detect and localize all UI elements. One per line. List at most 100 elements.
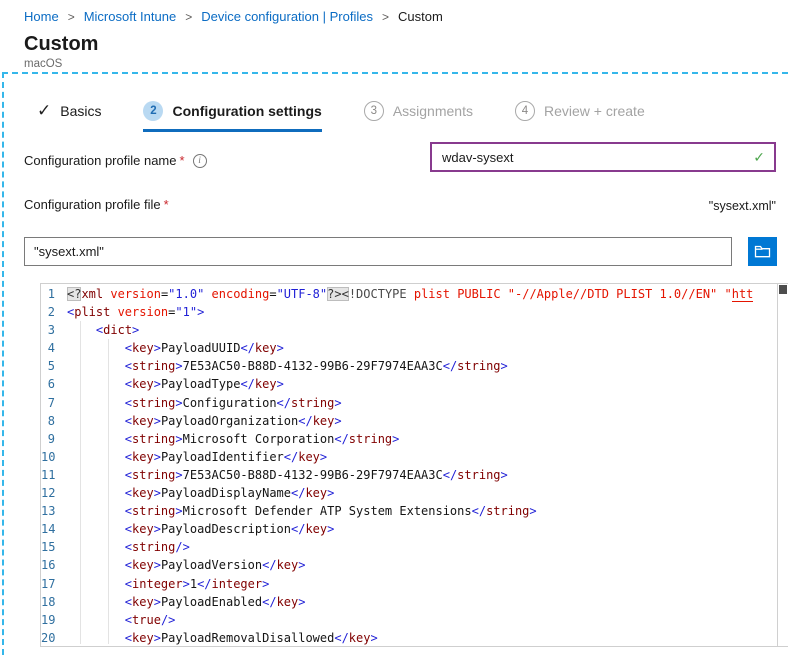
config-profile-file-label: Configuration profile file * — [24, 197, 169, 212]
code-line: 4 <key>PayloadUUID</key> — [41, 339, 777, 357]
config-profile-name-input-wrap: ✓ — [430, 142, 776, 172]
code-line: 14 <key>PayloadDescription</key> — [41, 520, 777, 538]
code-line: 19 <true/> — [41, 611, 777, 629]
code-line-content: <key>PayloadType</key> — [124, 377, 284, 392]
code-line-content: <integer>1</integer> — [124, 576, 270, 591]
code-line-content: <key>PayloadRemovalDisallowed</key> — [124, 630, 378, 645]
code-line: 5 <string>7E53AC50-B88D-4132-99B6-29F797… — [41, 357, 777, 375]
code-line: 1 <?xml version="1.0" encoding="UTF-8"?><… — [41, 285, 777, 303]
wizard-steps: ✓ Basics 2 Configuration settings 3 Assignmen… — [37, 101, 645, 132]
line-number: 15 — [41, 540, 56, 555]
code-line: 12 <key>PayloadDisplayName</key> — [41, 484, 777, 502]
selected-file-name: "sysext.xml" — [708, 199, 776, 213]
code-line: 18 <key>PayloadEnabled</key> — [41, 593, 777, 611]
code-line: 8 <key>PayloadOrganization</key> — [41, 412, 777, 430]
step-number-badge: 4 — [514, 101, 535, 121]
code-line: 16 <key>PayloadVersion</key> — [41, 556, 777, 574]
code-line: 10 <key>PayloadIdentifier</key> — [41, 448, 777, 466]
line-number: 2 — [47, 305, 55, 320]
code-line: 6 <key>PayloadType</key> — [41, 375, 777, 393]
breadcrumb-separator-icon: > — [381, 10, 389, 24]
config-profile-file-input[interactable] — [24, 237, 732, 266]
code-line-content: <string>Microsoft Defender ATP System Ex… — [124, 504, 537, 519]
code-line: 20 <key>PayloadRemovalDisallowed</key> — [41, 629, 777, 645]
code-line-content: <key>PayloadUUID</key> — [124, 341, 284, 356]
step-label: Assignments — [392, 103, 473, 119]
code-line: 9 <string>Microsoft Corporation</string> — [41, 430, 777, 448]
code-line: 17 <integer>1</integer> — [41, 575, 777, 593]
code-line: 13 <string>Microsoft Defender ATP System… — [41, 502, 777, 520]
step-number-badge: 3 — [363, 101, 384, 121]
xml-code-editor[interactable]: 1 <?xml version="1.0" encoding="UTF-8"?><… — [40, 283, 788, 647]
line-number: 16 — [41, 558, 56, 573]
code-line-content: <key>PayloadEnabled</key> — [124, 594, 306, 609]
line-number: 5 — [47, 359, 55, 374]
code-line-content: <key>PayloadOrganization</key> — [124, 413, 342, 428]
step-label: Basics — [60, 103, 102, 119]
editor-overview-ruler — [777, 284, 778, 646]
wizard-step-configuration-settings[interactable]: 2 Configuration settings — [143, 101, 322, 132]
code-line-content: <string>Microsoft Corporation</string> — [124, 431, 400, 446]
code-line-content: <string>7E53AC50-B88D-4132-99B6-29F7974E… — [124, 359, 508, 374]
wizard-step-review-create[interactable]: 4 Review + create — [514, 101, 645, 131]
line-number: 11 — [41, 467, 56, 482]
code-line-content: <key>PayloadDisplayName</key> — [124, 486, 335, 501]
required-asterisk: * — [163, 197, 169, 212]
code-line-content: <plist version="1"> — [67, 305, 205, 320]
line-number: 9 — [47, 431, 55, 446]
required-asterisk: * — [179, 153, 185, 168]
code-line-content: <dict> — [95, 323, 140, 338]
valid-check-icon: ✓ — [753, 148, 765, 165]
config-profile-name-label: Configuration profile name * i — [24, 153, 207, 168]
line-number: 20 — [41, 630, 56, 645]
code-line: 3 <dict> — [41, 321, 777, 339]
breadcrumb-item-home[interactable]: Home — [24, 9, 59, 24]
code-line-content: <string>7E53AC50-B88D-4132-99B6-29F7974E… — [124, 467, 508, 482]
line-number: 17 — [41, 576, 56, 591]
line-number: 6 — [47, 377, 55, 392]
breadcrumb-separator-icon: > — [185, 10, 193, 24]
line-number: 8 — [47, 413, 55, 428]
config-profile-file-label-text: Configuration profile file — [24, 197, 161, 212]
folder-icon — [754, 244, 771, 259]
code-line: 2 <plist version="1"> — [41, 303, 777, 321]
code-line-content: <key>PayloadVersion</key> — [124, 558, 306, 573]
step-number-badge: 2 — [143, 101, 164, 121]
wizard-step-basics[interactable]: ✓ Basics — [37, 101, 101, 131]
browse-file-button[interactable] — [748, 237, 777, 266]
line-number: 18 — [41, 594, 56, 609]
indent-guide — [108, 339, 109, 644]
code-line-content: <string>Configuration</string> — [124, 395, 342, 410]
code-line-content: <key>PayloadIdentifier</key> — [124, 449, 328, 464]
config-profile-name-label-text: Configuration profile name — [24, 153, 177, 168]
wizard-step-assignments[interactable]: 3 Assignments — [363, 101, 473, 131]
code-line-content: <?xml version="1.0" encoding="UTF-8"?><!… — [67, 287, 754, 302]
breadcrumb-item-custom: Custom — [397, 9, 443, 24]
code-line: 11 <string>7E53AC50-B88D-4132-99B6-29F79… — [41, 466, 777, 484]
line-number: 13 — [41, 504, 56, 519]
line-number: 10 — [41, 449, 56, 464]
breadcrumb: Home > Microsoft Intune > Device configurati… — [24, 9, 443, 24]
line-number: 7 — [47, 395, 55, 410]
code-line-content: <key>PayloadDescription</key> — [124, 522, 335, 537]
editor-scroll-marker[interactable] — [779, 285, 787, 294]
step-label: Review + create — [543, 103, 645, 119]
breadcrumb-item-microsoft-intune[interactable]: Microsoft Intune — [84, 9, 177, 24]
check-icon: ✓ — [37, 101, 52, 120]
line-number: 4 — [47, 341, 55, 356]
code-line: 7 <string>Configuration</string> — [41, 394, 777, 412]
line-number: 1 — [47, 287, 55, 301]
breadcrumb-separator-icon: > — [67, 10, 75, 24]
line-number: 14 — [41, 522, 56, 537]
step-label: Configuration settings — [172, 103, 322, 119]
line-number: 12 — [41, 486, 56, 501]
info-icon[interactable]: i — [192, 153, 207, 168]
code-line-content: <string/> — [124, 540, 190, 555]
page-title: Custom — [24, 33, 99, 55]
config-profile-name-input[interactable] — [432, 149, 754, 165]
breadcrumb-item-device-configuration-profiles[interactable]: Device configuration | Profiles — [201, 9, 373, 24]
code-line-content: <true/> — [124, 612, 176, 627]
line-number: 3 — [47, 323, 55, 338]
indent-guide — [79, 321, 81, 644]
code-lines: 1 <?xml version="1.0" encoding="UTF-8"?><… — [41, 285, 777, 645]
